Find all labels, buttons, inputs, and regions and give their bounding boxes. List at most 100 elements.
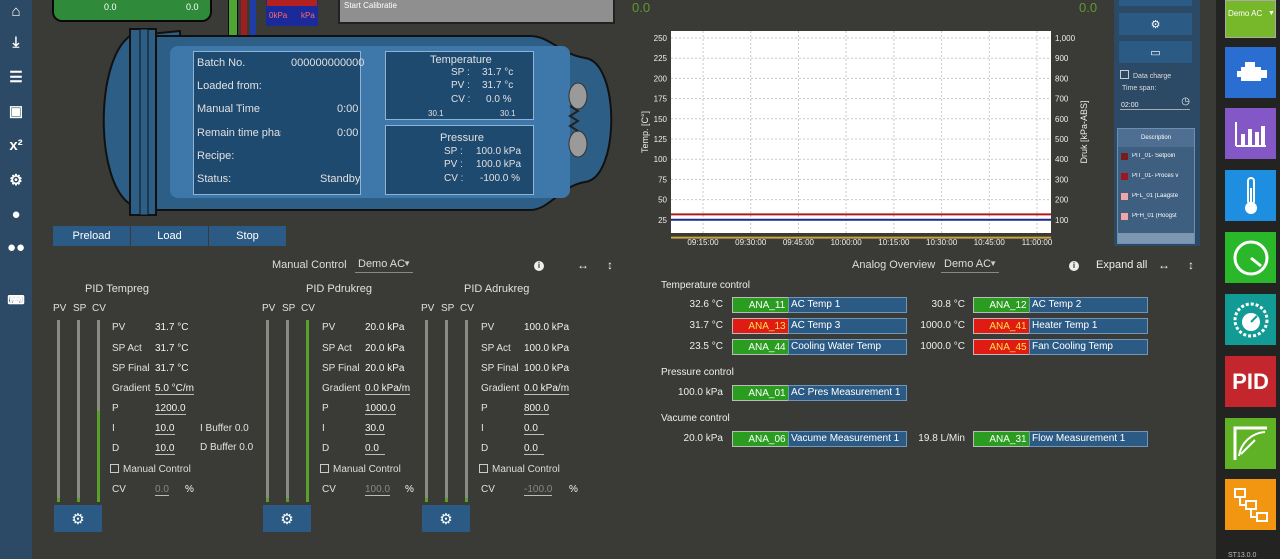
pid-pv-label: PV [481, 322, 495, 333]
pid-title: PID Pdrukreg [306, 283, 373, 295]
horizontal-resize-icon[interactable]: ↔ [1158, 258, 1170, 272]
pressure-control-section[interactable]: Pressure control [661, 367, 734, 378]
keyboard-icon[interactable]: ⌨ [4, 289, 28, 311]
thermometer-icon[interactable] [1225, 170, 1276, 221]
manual-select-value: Demo AC [358, 258, 406, 270]
analog-description[interactable]: Fan Cooling Temp [1029, 339, 1148, 355]
list-icon[interactable]: ☰ [4, 66, 28, 88]
home-icon[interactable]: ⌂ [4, 0, 28, 22]
time-span-input[interactable]: 02:00 ◷ [1120, 96, 1190, 110]
dial-icon[interactable] [1225, 294, 1276, 345]
pid-level-fill [97, 411, 100, 502]
vertical-resize-icon[interactable]: ↕ [607, 258, 613, 272]
pid-icon[interactable]: PID [1225, 356, 1276, 407]
pid-grad-value[interactable]: 0.0 kPa/m [365, 383, 411, 395]
pid-grad-label: Gradient [322, 383, 361, 394]
legend-entry[interactable]: PIT_01- Proces v [1132, 173, 1192, 179]
y-tick-label: 100 [654, 155, 668, 164]
expand-all-button[interactable]: Expand all [1096, 259, 1147, 271]
pid-spact-value: 100.0 kPa [524, 343, 570, 354]
analog-description[interactable]: AC Temp 1 [788, 297, 907, 313]
user-icon[interactable]: ● [4, 203, 28, 225]
analog-description[interactable]: AC Pres Measurement 1 [788, 385, 907, 401]
manual-control-select[interactable]: Demo AC ▼ [355, 258, 413, 273]
vertical-resize-icon[interactable]: ↕ [1188, 258, 1194, 272]
meter-icon[interactable] [1225, 418, 1276, 469]
analog-description[interactable]: Cooling Water Temp [788, 339, 907, 355]
pid-spfinal-value: 20.0 kPa [365, 363, 405, 374]
info-icon[interactable]: i [1069, 261, 1079, 271]
pres-sp-value: 100.0 kPa [476, 146, 522, 157]
d-buffer-label: D Buffer 0.0 [200, 442, 254, 453]
frame-icon[interactable]: ▣ [4, 100, 28, 122]
horizontal-resize-icon[interactable]: ↔ [577, 258, 589, 272]
gears-icon[interactable]: ⚙ [4, 169, 28, 191]
kpa-right: kPa [301, 11, 315, 20]
analog-value: 32.6 °C [689, 299, 723, 310]
vacume-control-section[interactable]: Vacume control [661, 413, 730, 424]
time-span-value: 02:00 [1121, 102, 1139, 109]
download-icon[interactable]: ⤓ [4, 31, 28, 53]
pid-i-value[interactable]: 0.0 [524, 423, 544, 435]
data-charge-checkbox[interactable]: Data charge [1120, 70, 1171, 80]
pid-grad-value[interactable]: 0.0 kPa/m [524, 383, 570, 395]
manual-control-checkbox[interactable]: Manual Control [110, 464, 191, 475]
engine-icon[interactable] [1225, 47, 1276, 98]
bar-chart-icon[interactable] [1225, 108, 1276, 159]
pid-spfinal-label: SP Final [481, 363, 519, 374]
analog-description[interactable]: Vacume Measurement 1 [788, 431, 907, 447]
info-icon[interactable]: i [534, 261, 544, 271]
analog-value: 1000.0 °C [920, 341, 965, 352]
start-calibration-button[interactable]: Start Calibratie [338, 0, 615, 24]
temp-cv-label: CV : [451, 94, 471, 105]
pid-i-value[interactable]: 10.0 [155, 423, 175, 435]
flowchart-icon[interactable] [1225, 479, 1276, 530]
pid-grad-value[interactable]: 5.0 °C/m [155, 383, 195, 395]
pid-p-value[interactable]: 1000.0 [365, 403, 396, 415]
users-icon[interactable]: ●● [4, 236, 28, 258]
temp-pv-label: PV : [451, 80, 470, 91]
pid-d-value[interactable]: 0.0 [365, 443, 385, 455]
analog-value: 1000.0 °C [920, 320, 965, 331]
legend-entry[interactable]: PIT_01- Setpoin [1132, 153, 1192, 159]
analog-description[interactable]: Heater Temp 1 [1029, 318, 1148, 334]
pid-cv-input[interactable]: -100.0 [524, 484, 553, 496]
temperature-control-section[interactable]: Temperature control [661, 280, 750, 291]
pid-i-value[interactable]: 30.0 [365, 423, 385, 435]
pid-p-value[interactable]: 1200.0 [155, 403, 186, 415]
analog-description[interactable]: Flow Measurement 1 [1029, 431, 1148, 447]
x-tick-label: 09:45:00 [783, 238, 815, 247]
x-squared-icon[interactable]: x² [4, 134, 28, 156]
pid-d-label: D [322, 443, 330, 454]
analog-description[interactable]: AC Temp 3 [788, 318, 907, 334]
pres-sp-label: SP : [444, 146, 463, 157]
pid-d-value[interactable]: 10.0 [155, 443, 175, 455]
legend-entry[interactable]: PFL_01 (Laagste [1132, 193, 1192, 199]
pid-cv-input[interactable]: 0.0 [155, 484, 169, 496]
pid-d-value[interactable]: 0.0 [524, 443, 544, 455]
y-axis-label: Temp. [C°] [640, 111, 650, 153]
pid-level-fill [306, 320, 309, 502]
pid-settings-button[interactable]: ⚙ [54, 505, 102, 532]
analog-select-value: Demo AC [944, 258, 992, 270]
gauge-icon[interactable] [1225, 232, 1276, 283]
legend-entry[interactable]: PFH_01 (Hoogst [1132, 213, 1192, 219]
settings-button[interactable]: ⚙ [1119, 13, 1192, 35]
monitor-button[interactable]: ▭ [1119, 41, 1192, 63]
manual-control-checkbox[interactable]: Manual Control [479, 464, 560, 475]
right-nav-select[interactable]: Demo AC ▼ [1225, 0, 1276, 38]
pid-title: PID Tempreg [85, 283, 149, 295]
analog-description[interactable]: AC Temp 2 [1029, 297, 1148, 313]
manual-control-text: Manual Control [123, 464, 191, 475]
x-tick-label: 10:30:00 [926, 238, 958, 247]
manual-control-checkbox[interactable]: Manual Control [320, 464, 401, 475]
legend-scrollbar[interactable] [1118, 233, 1194, 243]
pid-cv-input[interactable]: 100.0 [365, 484, 391, 496]
load-button[interactable]: Load [131, 226, 208, 246]
pid-settings-button[interactable]: ⚙ [422, 505, 470, 532]
pid-settings-button[interactable]: ⚙ [263, 505, 311, 532]
preload-button[interactable]: Preload [53, 226, 130, 246]
stop-button[interactable]: Stop [209, 226, 286, 246]
pid-p-value[interactable]: 800.0 [524, 403, 550, 415]
analog-overview-select[interactable]: Demo AC ▼ [941, 258, 999, 273]
